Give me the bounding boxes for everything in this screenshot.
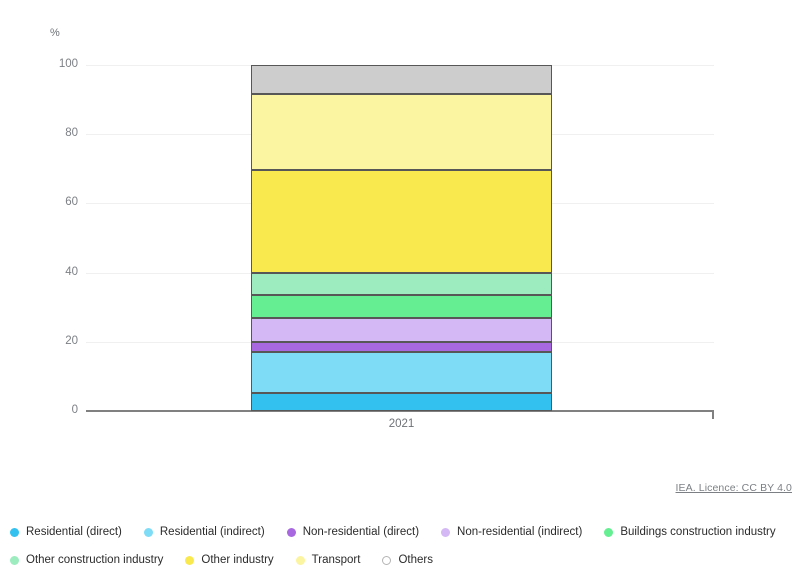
legend-item-label: Residential (direct) bbox=[26, 526, 122, 538]
legend-swatch-icon bbox=[286, 527, 296, 537]
legend-swatch-icon bbox=[10, 527, 19, 537]
licence-credit[interactable]: IEA. Licence: CC BY 4.0 bbox=[676, 482, 793, 494]
legend-item[interactable]: Non-residential (direct) bbox=[286, 524, 420, 540]
stacked-bar-2021[interactable] bbox=[251, 60, 552, 416]
legend-item[interactable]: Non-residential (indirect) bbox=[441, 524, 582, 540]
y-axis-tick-label: 100 bbox=[58, 58, 78, 70]
y-axis-tick-label: 80 bbox=[65, 127, 78, 140]
y-axis-tick-label: 20 bbox=[65, 334, 78, 347]
legend-swatch-icon bbox=[185, 555, 195, 565]
legend-item-label: Non-residential (direct) bbox=[302, 526, 420, 538]
bar-segment[interactable] bbox=[251, 342, 552, 353]
y-axis-tick-label: 60 bbox=[65, 196, 78, 209]
bar-segment[interactable] bbox=[251, 169, 552, 273]
bar-segment[interactable] bbox=[251, 317, 552, 343]
legend-item[interactable]: Residential (indirect) bbox=[143, 524, 265, 540]
bar-segment[interactable] bbox=[251, 352, 552, 393]
y-axis-tick-label: 0 bbox=[71, 404, 78, 416]
bar-segment[interactable] bbox=[251, 65, 552, 95]
stacked-bar-chart: % 0 20 40 60 80 100 2021 IEA. Licence: CC BY … bbox=[0, 0, 804, 565]
legend-swatch-icon bbox=[604, 527, 614, 537]
legend-item[interactable]: Other construction industry bbox=[10, 552, 163, 568]
chart-legend: Residential (direct) Residential (indirec… bbox=[10, 524, 800, 568]
legend-item[interactable]: Others bbox=[382, 552, 433, 568]
bar-segment[interactable] bbox=[251, 272, 552, 296]
legend-item-label: Buildings construction industry bbox=[620, 526, 776, 538]
y-axis-unit-label: % bbox=[50, 27, 60, 39]
bar-segment[interactable] bbox=[251, 295, 552, 318]
legend-item[interactable]: Residential (direct) bbox=[10, 524, 122, 540]
legend-item-label: Non-residential (indirect) bbox=[457, 526, 583, 538]
x-axis-end-tick bbox=[712, 410, 714, 419]
legend-swatch-icon bbox=[295, 555, 305, 565]
legend-item[interactable]: Buildings construction industry bbox=[604, 524, 776, 540]
legend-swatch-icon bbox=[382, 555, 392, 565]
bar-segment[interactable] bbox=[251, 393, 552, 411]
legend-item[interactable]: Other industry bbox=[185, 552, 274, 568]
legend-item-label: Residential (indirect) bbox=[159, 526, 265, 538]
y-axis-tick-label: 40 bbox=[65, 265, 78, 278]
x-axis-tick-label-2021: 2021 bbox=[388, 418, 415, 430]
legend-swatch-icon bbox=[441, 527, 451, 537]
legend-swatch-icon bbox=[143, 527, 153, 537]
legend-swatch-icon bbox=[10, 555, 19, 565]
bar-segment[interactable] bbox=[251, 94, 552, 170]
legend-item[interactable]: Transport bbox=[295, 552, 360, 568]
